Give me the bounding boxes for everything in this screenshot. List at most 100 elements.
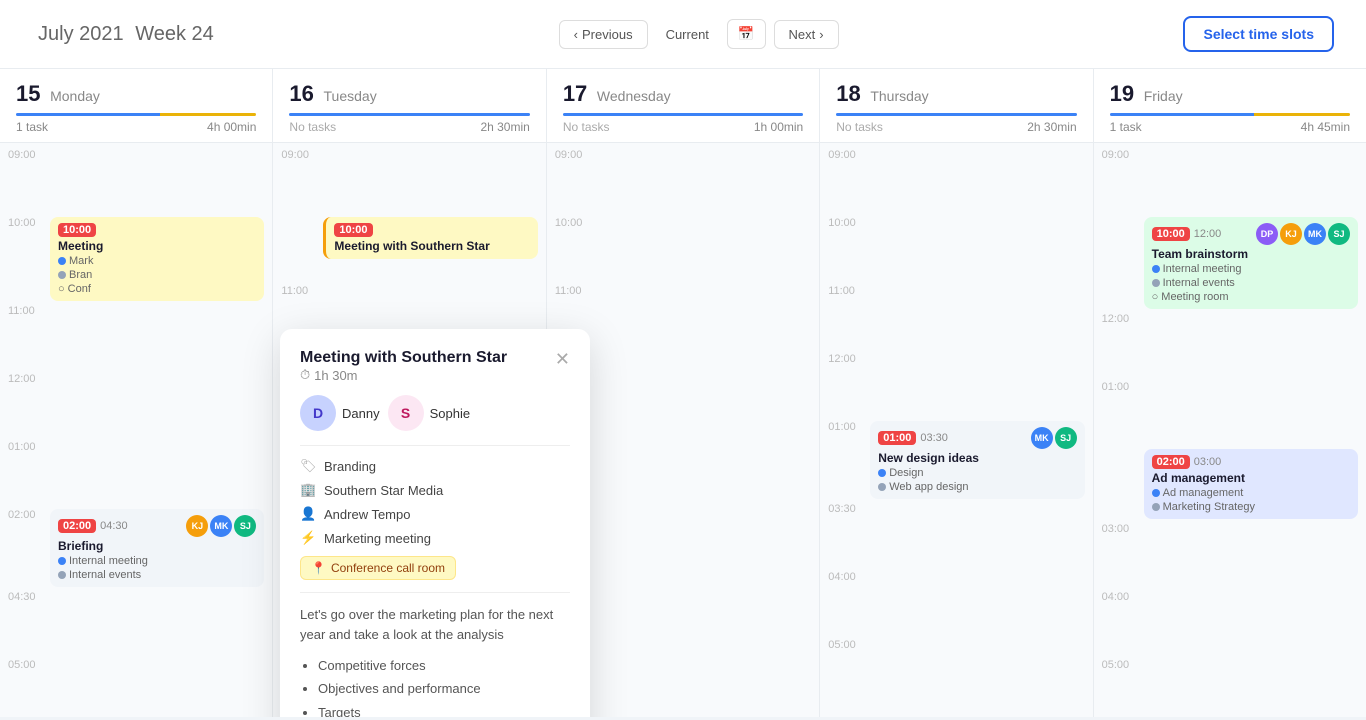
- tuesday-time: 2h 30min: [480, 120, 529, 134]
- thursday-slot-10: 10:00: [828, 215, 1084, 283]
- thursday-slot-0330: 03:30: [828, 501, 1084, 569]
- friday-brainstorm-event[interactable]: 10:00 12:00 DP KJ MK SJ Team brainstorm: [1144, 217, 1358, 309]
- popup-close-button[interactable]: ✕: [555, 349, 570, 370]
- previous-button[interactable]: ‹ Previous: [559, 20, 648, 49]
- popup-branding-field: 🏷 Branding: [300, 458, 570, 474]
- tuesday-10-content: 10:00 Meeting with Southern Star: [323, 215, 537, 261]
- sophie-initial: S: [401, 405, 410, 421]
- fri-dot1: [1152, 265, 1160, 273]
- avatar-kj-fri: KJ: [1280, 223, 1302, 245]
- friday-body: 09:00 10:00 12:00 DP KJ: [1094, 143, 1366, 717]
- nav-controls: ‹ Previous Current 📅 Next ›: [559, 19, 839, 49]
- select-time-slots-button[interactable]: Select time slots: [1183, 16, 1334, 52]
- fri-02-content: 02:00 03:00 Ad management Ad management …: [1144, 447, 1358, 521]
- popup-location-text: Conference call room: [331, 561, 445, 575]
- tuesday-header: 16 Tuesday No tasks 2h 30min: [273, 69, 545, 143]
- fri-time-05: 05:00: [1102, 657, 1144, 671]
- popup-title-group: Meeting with Southern Star ⏱ 1h 30m: [300, 349, 507, 383]
- thursday-slot-11: 11:00: [828, 283, 1084, 351]
- avatar-sj: SJ: [234, 515, 256, 537]
- friday-summary: 1 task 4h 45min: [1110, 116, 1350, 134]
- event-popup: Meeting with Southern Star ⏱ 1h 30m ✕ D …: [280, 329, 590, 717]
- fri-internal-events-label: Internal events: [1163, 277, 1235, 289]
- thursday-slot-04: 04:00: [828, 569, 1084, 637]
- days-grid: 15 Monday 1 task 4h 00min 09:00 10:00: [0, 69, 1366, 717]
- clock-icon: ⏱: [300, 367, 310, 383]
- time-label-11: 11:00: [8, 303, 50, 317]
- thu-design-end: 03:30: [920, 432, 948, 444]
- friday-time: 4h 45min: [1301, 120, 1350, 134]
- thursday-slot-01: 01:00 01:00 03:30 MK SJ New de: [828, 419, 1084, 501]
- monday-summary: 1 task 4h 00min: [16, 116, 256, 134]
- thu-time-05: 05:00: [828, 637, 870, 651]
- location-icon: 📍: [311, 561, 326, 575]
- monday-10-content: 10:00 Meeting Mark Bran ○ Conf: [50, 215, 264, 303]
- month-title: July 2021 Week 24: [32, 23, 214, 45]
- wednesday-day-info: 17 Wednesday: [563, 81, 803, 107]
- popup-duration-value: 1h 30m: [314, 368, 357, 383]
- friday-header: 19 Friday 1 task 4h 45min: [1094, 69, 1366, 143]
- fri-10-content: 10:00 12:00 DP KJ MK SJ Team brainstorm: [1144, 215, 1358, 311]
- popup-company-field: 🏢 Southern Star Media: [300, 482, 570, 498]
- friday-tasks: 1 task: [1110, 120, 1142, 134]
- fri-dot2: [1152, 279, 1160, 287]
- tuesday-southern-star-event[interactable]: 10:00 Meeting with Southern Star: [323, 217, 537, 259]
- monday-slot-0430: 04:30: [8, 589, 264, 657]
- monday-event-row: 10:00: [58, 223, 256, 237]
- wednesday-summary: No tasks 1h 00min: [563, 116, 803, 134]
- monday-briefing-event[interactable]: 02:00 04:30 KJ MK SJ Briefing Inter: [50, 509, 264, 587]
- tuesday-slot-09: 09:00: [281, 147, 537, 215]
- thu-time-10: 10:00: [828, 215, 870, 229]
- friday-ad-event[interactable]: 02:00 03:00 Ad management Ad management …: [1144, 449, 1358, 519]
- tuesday-summary: No tasks 2h 30min: [289, 116, 529, 134]
- thursday-design-event[interactable]: 01:00 03:30 MK SJ New design ideas Desig…: [870, 421, 1084, 499]
- thursday-body: 09:00 10:00 11:00 12:00 01:00: [820, 143, 1092, 709]
- fri-brainstorm-avatars: DP KJ MK SJ: [1256, 223, 1350, 245]
- thursday-number: 18: [836, 81, 860, 106]
- tuesday-slot-10: 10:00 Meeting with Southern Star: [281, 215, 537, 283]
- agenda-item-1: Competitive forces: [318, 654, 570, 677]
- time-label-01: 01:00: [8, 439, 50, 453]
- time-label-12: 12:00: [8, 371, 50, 385]
- thu-design-badge: 01:00: [878, 431, 916, 445]
- monday-event-tag3: ○ Conf: [58, 283, 256, 295]
- monday-meeting-event[interactable]: 10:00 Meeting Mark Bran ○ Conf: [50, 217, 264, 301]
- popup-attendee-sophie: S Sophie: [388, 395, 470, 431]
- next-button[interactable]: Next ›: [774, 20, 839, 49]
- popup-location-field: 📍 Conference call room: [300, 556, 570, 580]
- popup-company: Southern Star Media: [324, 483, 443, 498]
- friday-slot-09: 09:00: [1102, 147, 1358, 215]
- popup-agenda-list: Competitive forces Objectives and perfor…: [300, 654, 570, 717]
- thu-time-09: 09:00: [828, 147, 870, 161]
- thu-01-content: 01:00 03:30 MK SJ New design ideas Desig…: [870, 419, 1084, 501]
- thursday-slot-05: 05:00: [828, 637, 1084, 705]
- monday-slot-10: 10:00 10:00 Meeting Mark Bran: [8, 215, 264, 303]
- monday-event-badge: 10:00: [58, 223, 96, 237]
- tuesday-ss-badge: 10:00: [334, 223, 372, 237]
- monday-tasks: 1 task: [16, 120, 48, 134]
- friday-slot-03: 03:00: [1102, 521, 1358, 589]
- friday-day-info: 19 Friday: [1110, 81, 1350, 107]
- wednesday-slot-01: 01:00: [555, 419, 811, 487]
- popup-location-badge: 📍 Conference call room: [300, 556, 456, 580]
- sophie-avatar: S: [388, 395, 424, 431]
- current-button[interactable]: Current: [656, 21, 719, 48]
- next-label: Next: [789, 27, 816, 42]
- friday-slot-01: 01:00: [1102, 379, 1358, 447]
- fri-ad-end: 03:00: [1194, 456, 1222, 468]
- tuesday-time-09: 09:00: [281, 147, 323, 161]
- fri-brainstorm-row: 10:00 12:00 DP KJ MK SJ: [1152, 223, 1350, 245]
- popup-divider-1: [300, 445, 570, 446]
- fri-brainstorm-badge: 10:00: [1152, 227, 1190, 241]
- monday-slot-09: 09:00: [8, 147, 264, 215]
- calendar-icon-button[interactable]: 📅: [727, 19, 766, 49]
- tuesday-name: Tuesday: [324, 88, 377, 104]
- monday-tag-dot2: [58, 271, 66, 279]
- thu-dot1: [878, 469, 886, 477]
- monday-name: Monday: [50, 88, 100, 104]
- monday-column: 15 Monday 1 task 4h 00min 09:00 10:00: [0, 69, 273, 717]
- monday-slot-05: 05:00: [8, 657, 264, 717]
- avatar-mk-fri: MK: [1304, 223, 1326, 245]
- popup-duration: ⏱ 1h 30m: [300, 367, 507, 383]
- tag-icon: 🏷: [300, 458, 316, 474]
